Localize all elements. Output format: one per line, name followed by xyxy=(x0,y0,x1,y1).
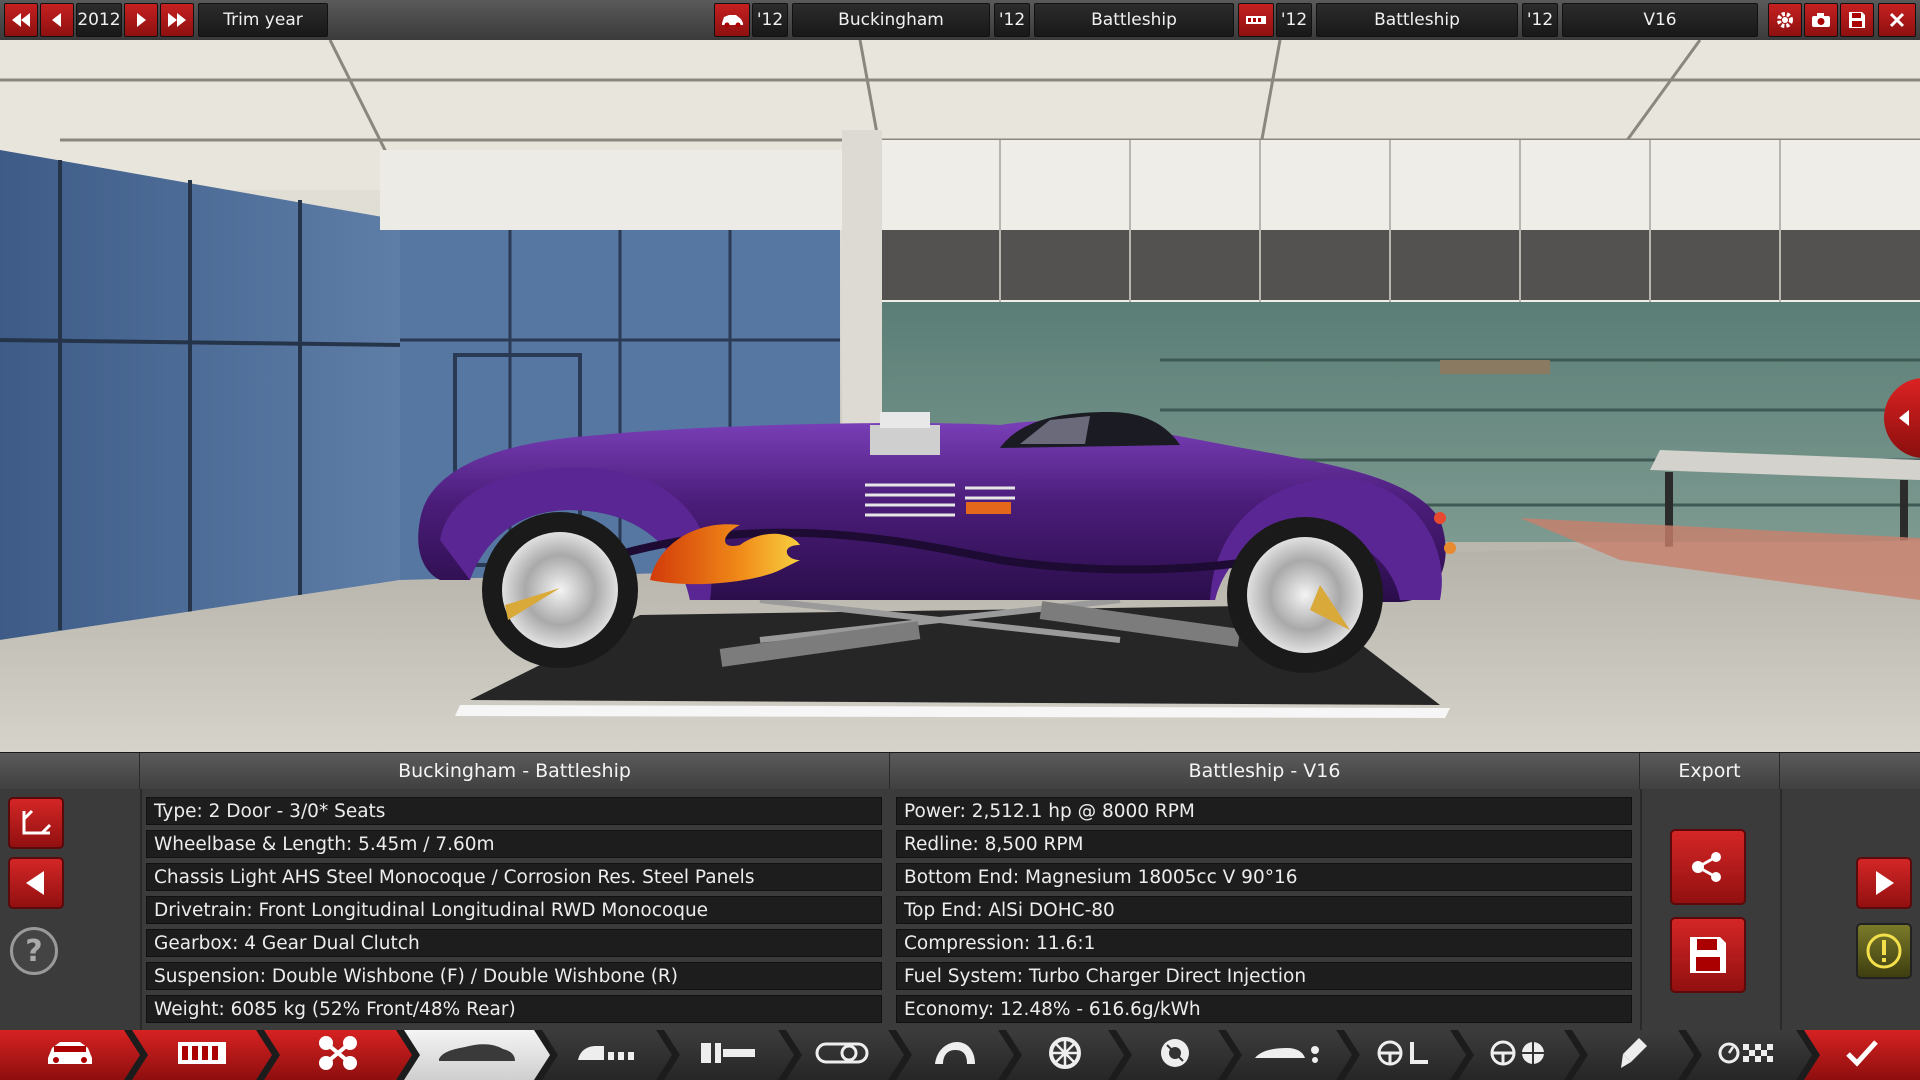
wheel-icon xyxy=(1047,1035,1083,1075)
close-icon[interactable] xyxy=(1878,3,1916,37)
car-body-icon[interactable] xyxy=(714,3,750,37)
engine-family-button[interactable]: Battleship xyxy=(1316,3,1518,37)
engine-spec-compression: Compression: 11.6:1 xyxy=(896,929,1632,957)
tab-brakes[interactable] xyxy=(1116,1030,1234,1080)
tab-suspension[interactable] xyxy=(264,1030,412,1080)
engine-block-icon[interactable] xyxy=(1238,3,1274,37)
share-icon[interactable] xyxy=(1670,829,1746,905)
step-back-icon[interactable] xyxy=(40,3,74,37)
car-body-icon xyxy=(435,1039,519,1071)
car-3d-viewport[interactable] xyxy=(0,40,1920,752)
back-arrow-icon[interactable] xyxy=(8,857,64,909)
tab-wheels[interactable] xyxy=(1006,1030,1124,1080)
engine-bay-icon xyxy=(574,1040,640,1070)
divider xyxy=(140,789,142,1031)
trim-year: '12 xyxy=(994,3,1030,37)
model-name-button[interactable]: Buckingham xyxy=(792,3,990,37)
fast-forward-icon[interactable] xyxy=(160,3,194,37)
steering-seat-icon xyxy=(1374,1038,1436,1072)
car-spec-gearbox: Gearbox: 4 Gear Dual Clutch xyxy=(146,929,882,957)
checkmark-icon xyxy=(1844,1038,1880,1072)
next-arrow-icon[interactable] xyxy=(1856,857,1912,909)
car-spec-suspension: Suspension: Double Wishbone (F) / Double… xyxy=(146,962,882,990)
paint-brush-icon xyxy=(1617,1036,1649,1074)
engine-spec-fuel-system: Fuel System: Turbo Charger Direct Inject… xyxy=(896,962,1632,990)
engine-summary-header: Battleship - V16 xyxy=(890,753,1640,789)
tab-fenders[interactable] xyxy=(896,1030,1014,1080)
brake-disc-icon xyxy=(1157,1035,1193,1075)
car-spec-chassis: Chassis Light AHS Steel Monocoque / Corr… xyxy=(146,863,882,891)
gear-icon[interactable] xyxy=(1768,3,1802,37)
tab-testing[interactable] xyxy=(1686,1030,1812,1080)
car-spec-type: Type: 2 Door - 3/0* Seats xyxy=(146,797,882,825)
engine-variant-year: '12 xyxy=(1522,3,1558,37)
save-icon[interactable] xyxy=(1670,917,1746,993)
tab-body[interactable] xyxy=(404,1030,550,1080)
tab-chassis[interactable] xyxy=(132,1030,272,1080)
car-spec-drivetrain: Drivetrain: Front Longitudinal Longitudi… xyxy=(146,896,882,924)
camera-angle-icon[interactable] xyxy=(8,797,64,849)
engine-variant-button[interactable]: V16 xyxy=(1562,3,1758,37)
help-icon[interactable]: ? xyxy=(10,927,58,975)
exhaust-icon xyxy=(813,1038,877,1072)
engine-spec-power: Power: 2,512.1 hp @ 8000 RPM xyxy=(896,797,1632,825)
tab-gearbox[interactable] xyxy=(664,1030,794,1080)
chassis-frame-icon xyxy=(174,1038,230,1072)
warning-icon[interactable] xyxy=(1856,923,1912,979)
car-spec-wheelbase: Wheelbase & Length: 5.45m / 7.60m xyxy=(146,830,882,858)
summary-panel: Buckingham - Battleship Battleship - V16… xyxy=(0,752,1920,1031)
tab-interior[interactable] xyxy=(1344,1030,1466,1080)
tab-paint[interactable] xyxy=(1572,1030,1694,1080)
tab-engine[interactable] xyxy=(542,1030,672,1080)
right-header-spacer xyxy=(1780,753,1920,789)
fender-icon xyxy=(931,1038,979,1072)
divider xyxy=(1780,789,1782,1031)
year-display: 2012 xyxy=(76,3,122,37)
top-toolbar: 2012 Trim year '12 Buckingham '12 Battle… xyxy=(0,0,1920,41)
camera-icon[interactable] xyxy=(1804,3,1838,37)
engine-spec-top-end: Top End: AlSi DOHC-80 xyxy=(896,896,1632,924)
export-header: Export xyxy=(1640,753,1780,789)
car-front-icon xyxy=(42,1036,98,1074)
engine-spec-redline: Redline: 8,500 RPM xyxy=(896,830,1632,858)
model-year: '12 xyxy=(752,3,788,37)
tab-finish[interactable] xyxy=(1804,1030,1920,1080)
trim-year-button[interactable]: Trim year xyxy=(198,3,328,37)
garage-scene xyxy=(0,40,1920,752)
car-summary-header: Buckingham - Battleship xyxy=(140,753,890,789)
suspension-icon xyxy=(314,1033,362,1077)
test-track-icon xyxy=(1717,1038,1781,1072)
gearbox-icon xyxy=(697,1039,761,1071)
steering-wheel-icon xyxy=(1487,1038,1551,1072)
engine-spec-economy: Economy: 12.48% - 616.6g/kWh xyxy=(896,995,1632,1023)
rewind-icon[interactable] xyxy=(4,3,38,37)
engine-spec-bottom-end: Bottom End: Magnesium 18005cc V 90°16 xyxy=(896,863,1632,891)
trim-name-button[interactable]: Battleship xyxy=(1034,3,1234,37)
divider xyxy=(1640,789,1642,1031)
tab-exhaust[interactable] xyxy=(786,1030,904,1080)
car-spec-weight: Weight: 6085 kg (52% Front/48% Rear) xyxy=(146,995,882,1023)
tab-model[interactable] xyxy=(0,1030,140,1080)
design-stage-tabbar xyxy=(0,1030,1920,1080)
engine-family-year: '12 xyxy=(1276,3,1312,37)
save-icon[interactable] xyxy=(1840,3,1874,37)
play-icon[interactable] xyxy=(124,3,158,37)
tab-safety[interactable] xyxy=(1458,1030,1580,1080)
aero-tuning-icon xyxy=(1251,1040,1327,1070)
tab-aero[interactable] xyxy=(1226,1030,1352,1080)
left-header-spacer xyxy=(0,753,140,789)
